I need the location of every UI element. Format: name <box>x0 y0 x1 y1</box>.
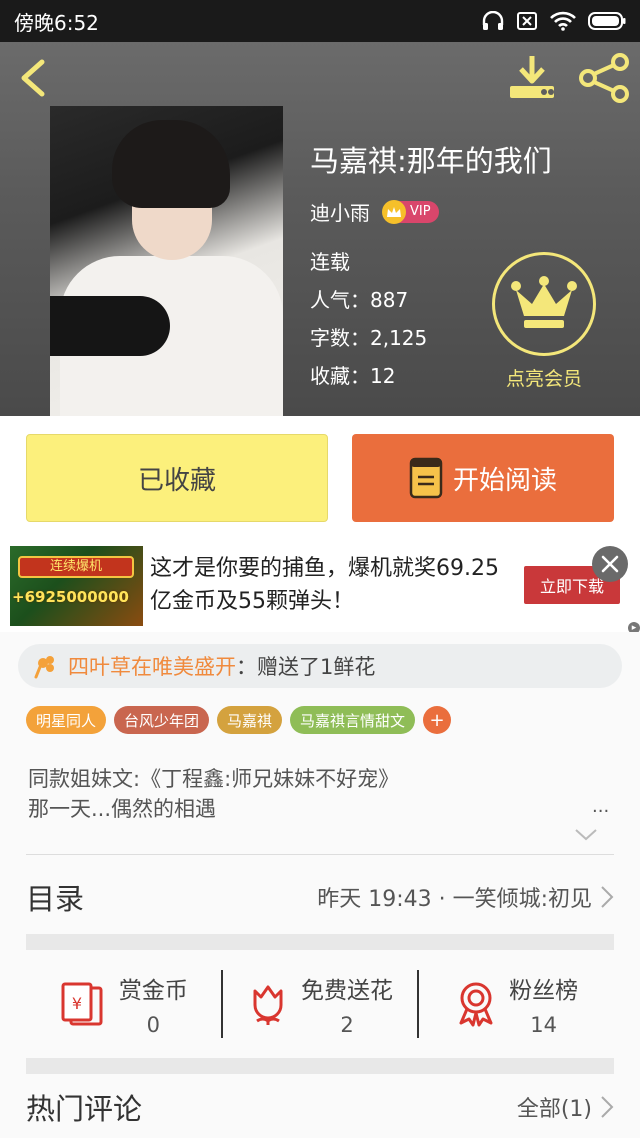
ad-text[interactable]: 这才是你要的捕鱼，爆机就奖69.25亿金币及55颗弹头！ <box>150 552 510 618</box>
stat-value: 2 <box>340 1013 354 1037</box>
member-label[interactable]: 点亮会员 <box>494 364 594 391</box>
collected-button[interactable]: 已收藏 <box>26 434 328 522</box>
sim-off-icon <box>517 12 537 30</box>
book-description[interactable]: 同款姐妹文:《丁程鑫:师兄妹妹不好宠》 那一天...偶然的相遇 <box>28 764 608 824</box>
description-line-2: 那一天...偶然的相遇 <box>28 797 217 821</box>
stat-reward-coins[interactable]: ¥ 赏金币 0 <box>26 971 221 1037</box>
start-reading-label: 开始阅读 <box>452 465 557 496</box>
flower-icon <box>253 985 283 1025</box>
crown-icon <box>511 276 577 328</box>
description-line-1: 同款姐妹文:《丁程鑫:师兄妹妹不好宠》 <box>28 767 400 791</box>
book-favorites: 收藏：12 <box>310 364 396 388</box>
download-icon[interactable] <box>506 54 558 102</box>
share-icon[interactable] <box>578 52 632 104</box>
status-icons <box>482 11 626 31</box>
vip-label: VIP <box>410 204 431 219</box>
author-name[interactable]: 迪小雨 <box>310 197 370 226</box>
hot-comments-label: 热门评论 <box>26 1092 143 1126</box>
tag-chip[interactable]: 马嘉祺言情甜文 <box>290 706 416 734</box>
book-icon <box>409 457 443 499</box>
stat-fan-ranking[interactable]: 粉丝榜 14 <box>419 971 614 1037</box>
stat-name: 免费送花 <box>301 978 393 1004</box>
book-popularity: 人气：887 <box>310 288 409 312</box>
gift-notice[interactable]: 四叶草在唯美盛开 ：赠送了1鲜花 <box>18 644 622 688</box>
close-icon <box>601 555 619 573</box>
ad-close-button[interactable] <box>592 546 628 582</box>
author-row: 迪小雨 VIP <box>310 197 439 226</box>
status-bar: 傍晚6:52 <box>0 0 640 42</box>
ad-image[interactable]: 连续爆机 +6925000000 <box>10 546 143 626</box>
tag-list: 明星同人 台风少年团 马嘉祺 马嘉祺言情甜文 + <box>26 706 452 734</box>
description-ellipsis: ... <box>592 796 610 817</box>
stat-name: 粉丝榜 <box>509 978 579 1004</box>
tag-chip[interactable]: 明星同人 <box>26 706 107 734</box>
add-tag-button[interactable]: + <box>423 706 452 734</box>
medal-icon <box>459 982 493 1027</box>
ad-banner[interactable]: 连续爆机 +6925000000 这才是你要的捕鱼，爆机就奖69.25亿金币及5… <box>0 540 640 632</box>
svg-text:¥: ¥ <box>72 994 82 1013</box>
tag-chip[interactable]: 马嘉祺 <box>217 706 283 734</box>
action-bar: 已收藏 开始阅读 <box>0 416 640 540</box>
chevron-down-icon[interactable] <box>574 828 598 842</box>
stats-row: ¥ 赏金币 0 免费送花 2 粉丝榜 14 <box>26 954 614 1054</box>
section-separator <box>26 1058 614 1074</box>
section-separator <box>26 934 614 950</box>
gift-message: ：赠送了1鲜花 <box>236 655 376 679</box>
book-status: 连载 <box>310 250 350 274</box>
status-time: 傍晚6:52 <box>14 10 99 35</box>
back-icon[interactable] <box>14 56 54 100</box>
latest-chapter[interactable]: 昨天 19:43 · 一笑倾城:初见 <box>317 881 592 913</box>
all-comments-link[interactable]: 全部(1) <box>517 1091 592 1123</box>
hot-comments-row[interactable]: 热门评论 全部(1) <box>26 1086 614 1128</box>
stat-value: 14 <box>530 1013 558 1037</box>
tag-chip[interactable]: 台风少年团 <box>114 706 210 734</box>
catalog-label: 目录 <box>26 882 85 916</box>
catalog-row[interactable]: 目录 昨天 19:43 · 一笑倾城:初见 <box>26 864 614 930</box>
book-title: 马嘉祺:那年的我们 <box>310 144 552 178</box>
red-envelope-icon: ¥ <box>61 982 103 1026</box>
gift-donor[interactable]: 四叶草在唯美盛开 <box>68 651 236 681</box>
clover-icon <box>34 656 54 679</box>
vip-badge: VIP <box>382 199 439 224</box>
headphones-icon <box>482 11 504 30</box>
ad-image-banner: 连续爆机 <box>18 556 134 578</box>
book-word-count: 字数：2,125 <box>310 326 428 350</box>
stat-name: 赏金币 <box>118 978 188 1004</box>
stat-free-flowers[interactable]: 免费送花 2 <box>223 971 418 1037</box>
book-header: 马嘉祺:那年的我们 迪小雨 VIP 连载 人气：887 字数：2,125 收藏：… <box>0 42 640 416</box>
chevron-right-icon <box>601 886 614 908</box>
book-cover-image[interactable] <box>50 106 283 416</box>
stat-value: 0 <box>146 1013 161 1037</box>
start-reading-button[interactable]: 开始阅读 <box>352 434 614 522</box>
wifi-icon <box>550 11 576 31</box>
chevron-right-icon <box>601 1096 614 1118</box>
crown-icon <box>382 199 406 224</box>
battery-icon <box>588 12 626 30</box>
ad-image-amount: +6925000000 <box>12 588 129 606</box>
divider <box>26 854 614 855</box>
member-crown-button[interactable] <box>492 252 596 356</box>
book-detail-content: 四叶草在唯美盛开 ：赠送了1鲜花 明星同人 台风少年团 马嘉祺 马嘉祺言情甜文 + 同款… <box>0 632 640 1138</box>
